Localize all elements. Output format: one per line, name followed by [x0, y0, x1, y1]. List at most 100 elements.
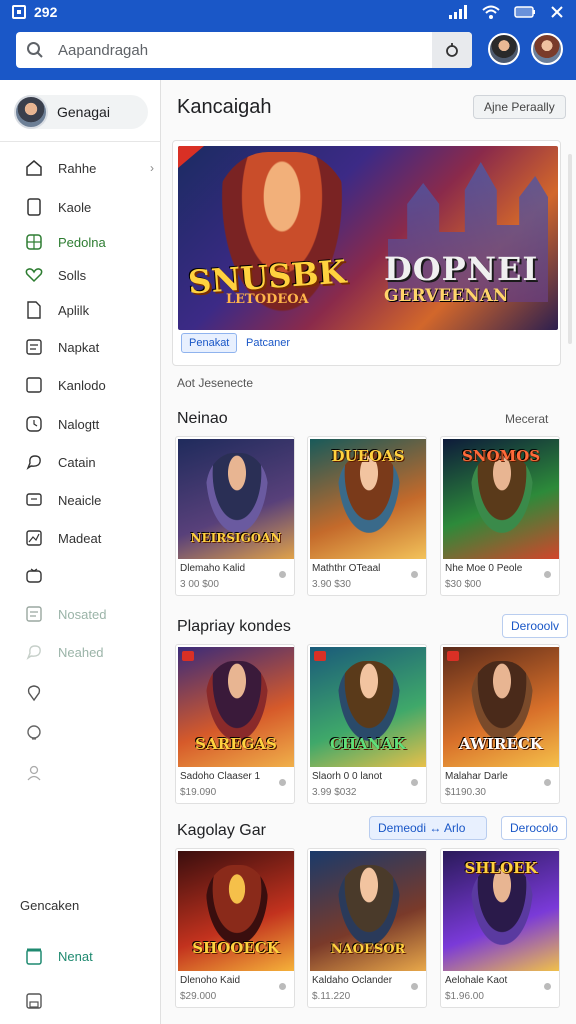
game-card[interactable]: SAREGAS Sadoho Claaser 1 $19.090 — [175, 644, 295, 804]
section-title: Neinao — [177, 410, 228, 427]
app-header: Aapandragah — [0, 24, 576, 80]
sidebar-item-grid[interactable]: Pedolna — [24, 230, 154, 254]
banner-subtitle-right: GERVEENAN — [384, 286, 509, 306]
sidebar-item-label: Nalogtt — [58, 416, 100, 432]
section-title: Plapriay kondes — [177, 618, 291, 635]
game-title: Sadoho Claaser 1 — [180, 771, 261, 782]
game-title: Kaldaho Oclander — [312, 975, 393, 986]
more-options-icon[interactable] — [544, 571, 551, 578]
section-more-button[interactable]: Derooolv — [502, 614, 569, 638]
chat-icon — [24, 642, 44, 662]
sidebar-item-chat[interactable]: Catain — [24, 450, 154, 474]
featured-card[interactable]: SNUSBK LETODEOA DOPNEI GERVEENAN Penakat… — [172, 140, 561, 366]
game-card[interactable]: SHLOEK Aelohale Kaot $1.96.00 — [440, 848, 560, 1008]
clock-icon — [24, 414, 44, 434]
scrollbar[interactable] — [568, 154, 572, 344]
profile-chip[interactable]: Genagai — [14, 95, 148, 129]
sidebar-item-clock[interactable]: Nalogtt — [24, 412, 154, 436]
close-icon[interactable] — [550, 5, 564, 19]
character-illustration — [206, 661, 268, 741]
person-icon — [24, 763, 44, 783]
section-more-button[interactable]: Derocolo — [501, 816, 568, 840]
game-price: 3.90 $30 — [312, 579, 351, 590]
game-thumbnail: NEIRSIGOAN — [178, 439, 294, 559]
sidebar-section-label: Gencaken — [20, 898, 80, 913]
avatar-secondary[interactable] — [531, 33, 563, 65]
sidebar-item-label: Pedolna — [58, 234, 106, 250]
sidebar-item-documents[interactable]: Aplilk — [24, 298, 154, 322]
sidebar-item-favorites[interactable]: Solls — [24, 263, 154, 287]
sidebar: Genagai Rahhe › Kaole Pedolna Solls Apli… — [0, 80, 161, 1024]
sidebar-item-home[interactable]: Rahhe › — [24, 156, 154, 180]
search-submit-button[interactable] — [432, 32, 472, 68]
character-illustration — [338, 865, 400, 945]
game-title: Slaorh 0 0 lanot — [312, 771, 383, 782]
sort-toggle-button[interactable]: Demeodi ↔ Arlo — [369, 816, 487, 840]
sidebar-item-saved[interactable]: Nosated — [24, 602, 154, 626]
more-options-icon[interactable] — [279, 571, 286, 578]
more-options-icon[interactable] — [411, 779, 418, 786]
search-input[interactable]: Aapandragah — [58, 42, 148, 59]
sidebar-item-tablet[interactable]: Kaole — [24, 195, 154, 219]
character-illustration — [338, 661, 400, 741]
more-options-icon[interactable] — [279, 779, 286, 786]
filter-pill[interactable]: Ajne Peraally — [473, 95, 566, 119]
game-card[interactable]: NAOESOR Kaldaho Oclander $.11.220 — [307, 848, 427, 1008]
character-illustration — [471, 865, 533, 945]
character-illustration — [206, 865, 268, 945]
tablet-icon — [24, 197, 44, 217]
game-thumbnail: SHOOECK — [178, 851, 294, 971]
main-content: Kancaigah Ajne Peraally SNUSBK LETODEOA … — [161, 80, 576, 1024]
game-logo-text: SHLOEK — [464, 859, 538, 877]
game-card[interactable]: AWIRECK Malahar Darle $1190.30 — [440, 644, 560, 804]
sidebar-item-label: Neaicle — [58, 492, 102, 508]
banner-title-right: DOPNEI — [384, 250, 539, 288]
tag-active[interactable]: Penakat — [181, 333, 238, 353]
game-card[interactable]: SHOOECK Dlenoho Kaid $29.000 — [175, 848, 295, 1008]
floppy-icon — [24, 991, 44, 1011]
more-options-icon[interactable] — [544, 983, 551, 990]
sidebar-item-comments[interactable]: Neahed — [24, 640, 154, 664]
square-icon — [24, 375, 44, 395]
sidebar-item-new[interactable]: Nenat — [24, 944, 154, 968]
more-options-icon[interactable] — [279, 983, 286, 990]
battery-icon — [514, 6, 535, 18]
pin-icon — [24, 683, 44, 703]
avatar[interactable] — [488, 33, 520, 65]
game-card[interactable]: NEIRSIGOAN Dlemaho Kalid 3 00 $00 — [175, 436, 295, 596]
sidebar-item-label: Kanlodo — [58, 377, 106, 393]
sidebar-item-messages[interactable]: Neaicle — [24, 488, 154, 512]
sidebar-item-square[interactable]: Kanlodo — [24, 373, 154, 397]
game-price: $29.000 — [180, 991, 217, 1002]
ribbon-badge — [178, 146, 204, 168]
game-price: 3.99 $032 — [312, 787, 357, 798]
refresh-icon — [446, 43, 458, 57]
sidebar-item-account[interactable] — [24, 761, 154, 785]
sidebar-item-label: Nenat — [58, 948, 93, 964]
game-title: Dlenoho Kaid — [180, 975, 241, 986]
sidebar-item-tv[interactable] — [24, 564, 154, 588]
game-thumbnail: AWIRECK — [443, 647, 559, 767]
game-logo-text: AWIRECK — [459, 735, 543, 753]
more-options-icon[interactable] — [544, 779, 551, 786]
game-card[interactable]: DUEOAS Maththr OTeaal 3.90 $30 — [307, 436, 427, 596]
featured-banner[interactable]: SNUSBK LETODEOA DOPNEI GERVEENAN — [178, 146, 558, 330]
game-title: Malahar Darle — [445, 771, 508, 782]
game-card[interactable]: SNOMOS Nhe Moe 0 Peole $30 $00 — [440, 436, 560, 596]
more-options-icon[interactable] — [411, 571, 418, 578]
search-bar[interactable]: Aapandragah — [16, 32, 472, 68]
sidebar-item-list[interactable]: Napkat — [24, 335, 154, 359]
status-time: 292 — [34, 4, 58, 20]
profile-name: Genagai — [57, 104, 110, 120]
character-illustration — [471, 661, 533, 741]
game-card[interactable]: CHANAK Slaorh 0 0 lanot 3.99 $032 — [307, 644, 427, 804]
sidebar-item-charts[interactable]: Madeat — [24, 526, 154, 550]
more-options-icon[interactable] — [411, 983, 418, 990]
section-more-link[interactable]: Mecerat — [505, 412, 548, 426]
game-logo-text: NAOESOR — [330, 942, 406, 957]
sidebar-item-location[interactable] — [24, 681, 154, 705]
sidebar-item-save[interactable] — [24, 989, 154, 1013]
sidebar-item-label: Aplilk — [58, 302, 90, 318]
tag-other[interactable]: Patcaner — [239, 333, 297, 353]
sidebar-item-ideas[interactable] — [24, 721, 154, 745]
